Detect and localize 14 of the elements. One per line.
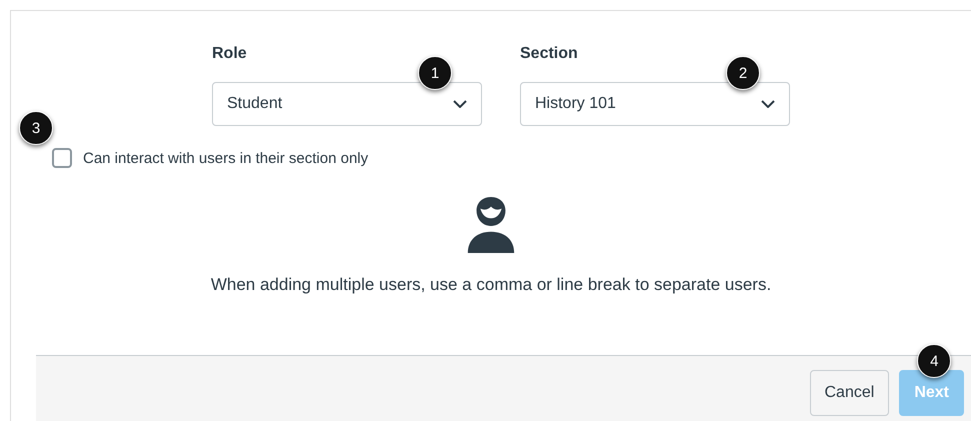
select-field[interactable]: Student [212,82,482,126]
chevron-down-icon [761,100,775,108]
callout-badge: 2 [726,56,760,90]
checkbox[interactable] [52,148,72,168]
help-message: When adding multiple users, use a comma or line break to separate users. [210,275,772,295]
callout-badge: 1 [418,56,452,90]
chevron-down-icon [453,100,467,108]
cancel-button[interactable]: Cancel [810,370,890,416]
callout-badge: 4 [917,344,952,378]
checkbox-label: Can interact with users in their section only [83,150,368,166]
field-label: Section [520,45,578,64]
select-field[interactable]: History 101 [520,82,790,126]
callout-badge: 3 [19,111,53,145]
field-label: Role [212,45,247,64]
